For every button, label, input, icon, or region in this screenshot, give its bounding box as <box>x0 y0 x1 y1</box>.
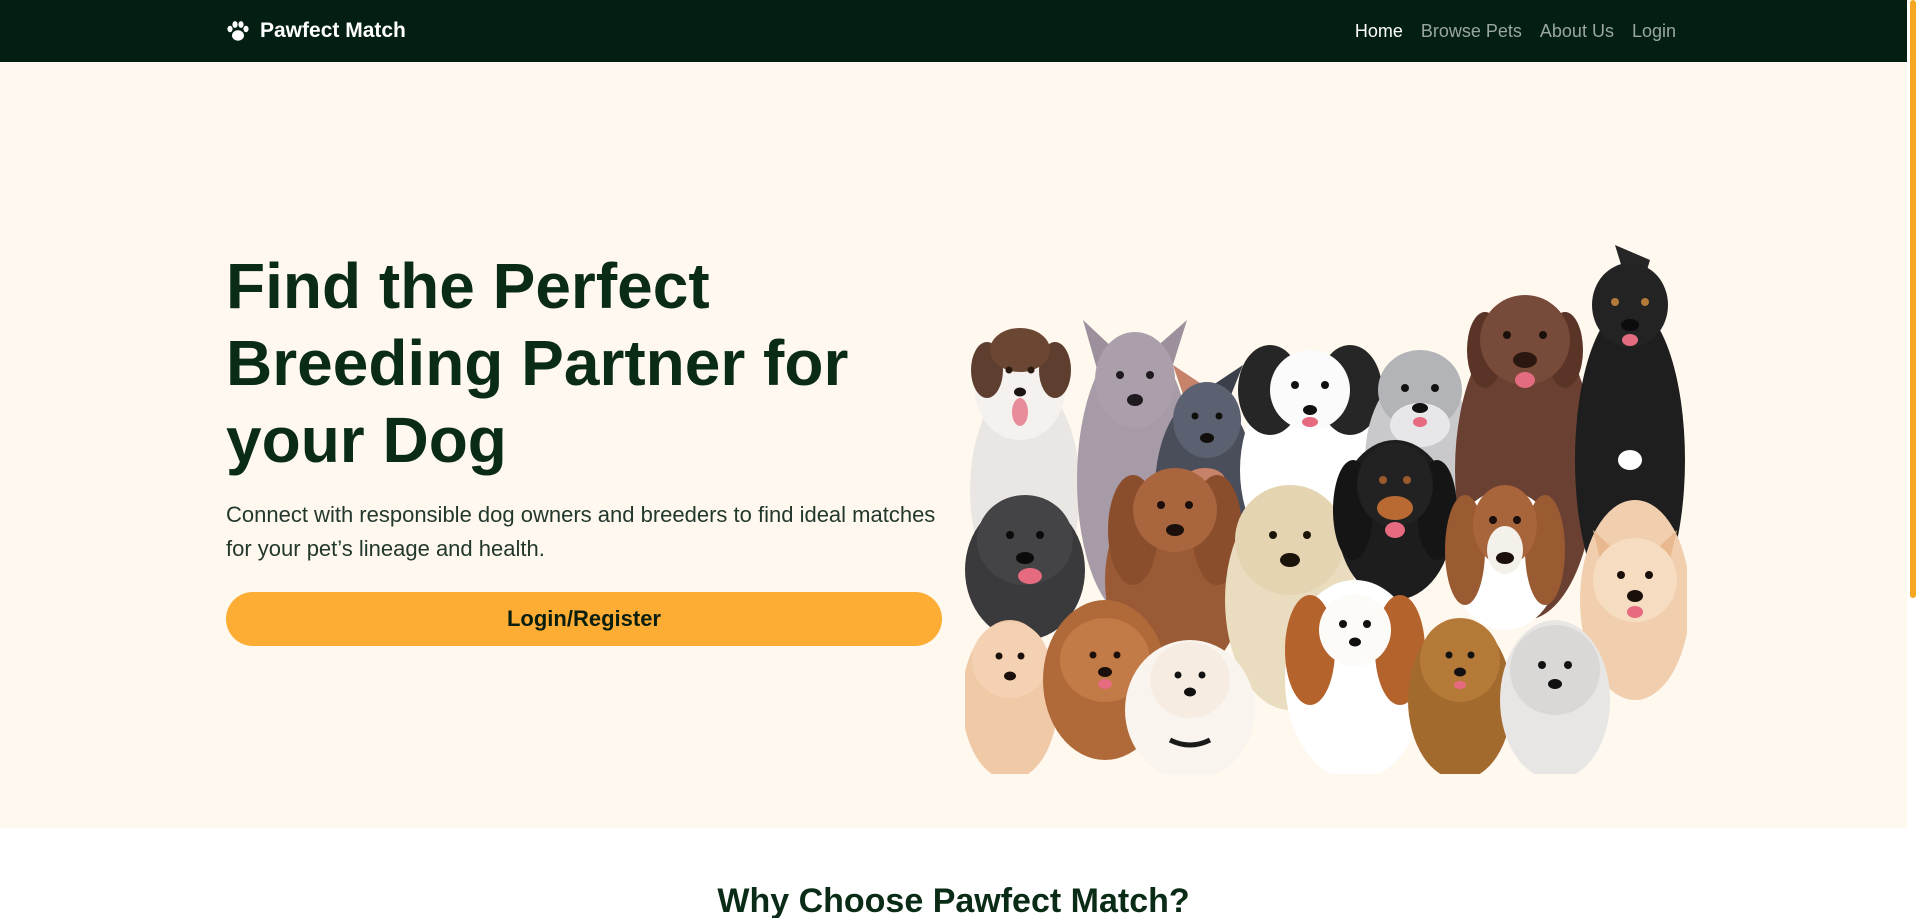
hero-section: Find the Perfect Breeding Partner for yo… <box>0 62 1907 828</box>
dog-shih-tzu <box>1500 620 1610 774</box>
nav-link-home[interactable]: Home <box>1355 21 1403 42</box>
nav-links: Home Browse Pets About Us Login <box>1355 0 1676 62</box>
hero-title: Find the Perfect Breeding Partner for yo… <box>226 250 849 476</box>
dog-chihuahua <box>965 620 1058 774</box>
features-heading: Why Choose Pawfect Match? <box>717 882 1190 918</box>
dog-cavalier <box>1285 580 1425 774</box>
navbar: Pawfect Match Home Browse Pets About Us … <box>0 0 1919 62</box>
nav-link-browse-pets[interactable]: Browse Pets <box>1421 21 1522 42</box>
nav-link-about-us[interactable]: About Us <box>1540 21 1614 42</box>
page-scrollbar[interactable] <box>1907 0 1919 918</box>
paw-icon <box>227 21 249 41</box>
brand-name: Pawfect Match <box>260 19 406 42</box>
dog-maltese <box>1125 640 1255 774</box>
scrollbar-thumb[interactable] <box>1910 0 1916 598</box>
nav-link-login[interactable]: Login <box>1632 21 1676 42</box>
hero-subtitle: Connect with responsible dog owners and … <box>226 502 936 561</box>
dogs-illustration <box>965 245 1687 774</box>
login-register-button[interactable]: Login/Register <box>226 592 942 646</box>
brand-link[interactable]: Pawfect Match <box>226 0 406 62</box>
